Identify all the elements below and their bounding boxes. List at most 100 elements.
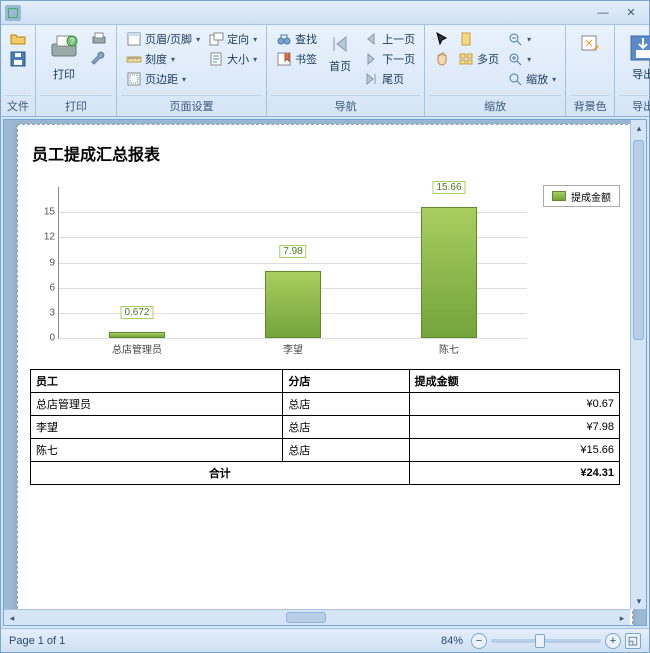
page-size-icon <box>208 51 224 67</box>
cell-emp: 李望 <box>31 416 283 439</box>
document-viewport[interactable]: 员工提成汇总报表 036912150.672总店管理员7.98李望15.66陈七… <box>3 119 647 626</box>
y-tick: 6 <box>37 282 55 293</box>
chevron-down-icon: ▾ <box>182 75 186 84</box>
prev-page-button[interactable]: 上一页 <box>360 29 418 49</box>
chart-bar <box>109 332 165 338</box>
open-button[interactable] <box>7 29 29 49</box>
page-icon <box>458 31 474 47</box>
save-button[interactable] <box>7 49 29 69</box>
orientation-icon <box>208 31 224 47</box>
report-page: 员工提成汇总报表 036912150.672总店管理员7.98李望15.66陈七… <box>17 124 633 626</box>
scale-button[interactable]: 刻度▾ <box>123 49 203 69</box>
app-icon <box>5 5 21 21</box>
ruler-icon <box>126 51 142 67</box>
arrow-left-icon <box>363 31 379 47</box>
data-table: 员工 分店 提成金额 总店管理员总店¥0.67李望总店¥7.98陈七总店¥15.… <box>30 369 620 485</box>
margins-button[interactable]: 页边距▾ <box>123 69 203 89</box>
orientation-button[interactable]: 定向▾ <box>205 29 260 49</box>
bookmarks-button[interactable]: 书签 <box>273 49 320 69</box>
cell-branch: 总店 <box>283 393 409 416</box>
page-indicator: Page 1 of 1 <box>9 635 65 647</box>
app-window: — ✕ 文件 ? 打印 打印 <box>0 0 650 653</box>
vertical-scrollbar[interactable]: ▴ ▾ <box>630 120 646 609</box>
group-page-setup: 页眉/页脚▾ 刻度▾ 页边距▾ 定向▾ 大小▾ 页面设置 <box>117 25 267 116</box>
group-nav: 查找 书签 首页 上一页 下一页 尾页 导航 <box>267 25 425 116</box>
cell-amount: ¥7.98 <box>409 416 619 439</box>
first-page-button[interactable]: 首页 <box>322 29 358 77</box>
table-row: 李望总店¥7.98 <box>31 416 620 439</box>
scroll-right-icon[interactable]: ▸ <box>614 610 630 626</box>
export-button[interactable]: 导出 <box>621 29 650 85</box>
y-tick: 12 <box>37 232 55 243</box>
scroll-up-icon[interactable]: ▴ <box>631 120 647 136</box>
zoom-button[interactable]: 缩放▾ <box>504 69 559 89</box>
group-nav-label: 导航 <box>271 95 420 116</box>
multi-page-icon <box>458 51 474 67</box>
size-button[interactable]: 大小▾ <box>205 49 260 69</box>
cell-emp: 总店管理员 <box>31 393 283 416</box>
group-file: 文件 <box>1 25 36 116</box>
chevron-down-icon: ▾ <box>253 35 257 44</box>
quick-print-button[interactable] <box>88 29 110 49</box>
x-tick: 李望 <box>283 341 303 356</box>
last-page-button[interactable]: 尾页 <box>360 69 418 89</box>
printer-icon: ? <box>48 32 80 64</box>
y-tick: 3 <box>37 307 55 318</box>
print-options-button[interactable] <box>88 49 110 69</box>
cursor-icon <box>434 31 450 47</box>
folder-open-icon <box>10 31 26 47</box>
zoom-fit-button[interactable]: ◱ <box>625 633 641 649</box>
group-print-label: 打印 <box>40 95 112 116</box>
single-page-button[interactable] <box>455 29 502 49</box>
y-tick: 9 <box>37 257 55 268</box>
header-footer-button[interactable]: 页眉/页脚▾ <box>123 29 203 49</box>
cell-emp: 陈七 <box>31 439 283 462</box>
header-footer-icon <box>126 31 142 47</box>
zoom-minus-button[interactable]: − <box>471 633 487 649</box>
horizontal-scrollbar[interactable]: ◂ ▸ <box>4 609 630 625</box>
print-button[interactable]: ? 打印 <box>42 29 86 85</box>
minimize-button[interactable]: — <box>589 4 617 22</box>
scroll-down-icon[interactable]: ▾ <box>631 593 647 609</box>
zoom-out-icon <box>507 31 523 47</box>
zoom-slider-thumb[interactable] <box>535 634 545 648</box>
total-label: 合计 <box>31 462 410 485</box>
close-button[interactable]: ✕ <box>617 4 645 22</box>
zoom-in-button[interactable]: ▾ <box>504 49 559 69</box>
bar-value-label: 15.66 <box>432 181 465 194</box>
chevron-down-icon: ▾ <box>253 55 257 64</box>
chevron-down-icon: ▾ <box>527 35 531 44</box>
group-export: 导出 导出 <box>615 25 650 116</box>
cell-amount: ¥15.66 <box>409 439 619 462</box>
bar-chart: 036912150.672总店管理员7.98李望15.66陈七 <box>30 181 533 361</box>
zoom-plus-button[interactable]: + <box>605 633 621 649</box>
zoom-control: − + ◱ <box>471 633 641 649</box>
zoom-out-button[interactable]: ▾ <box>504 29 559 49</box>
pointer-button[interactable] <box>431 29 453 49</box>
report-title: 员工提成汇总报表 <box>32 141 620 165</box>
zoom-slider[interactable] <box>491 639 601 643</box>
table-row: 陈七总店¥15.66 <box>31 439 620 462</box>
bookmark-icon <box>276 51 292 67</box>
many-pages-button[interactable]: 多页 <box>455 49 502 69</box>
scroll-left-icon[interactable]: ◂ <box>4 610 20 626</box>
chevron-down-icon: ▾ <box>171 55 175 64</box>
group-zoom-label: 缩放 <box>429 95 561 116</box>
chart-legend: 提成金额 <box>543 185 620 207</box>
table-total-row: 合计 ¥24.31 <box>31 462 620 485</box>
find-button[interactable]: 查找 <box>273 29 320 49</box>
next-page-button[interactable]: 下一页 <box>360 49 418 69</box>
bg-color-button[interactable] <box>572 29 608 59</box>
group-print: ? 打印 打印 <box>36 25 117 116</box>
first-page-icon <box>328 32 352 56</box>
group-page-setup-label: 页面设置 <box>121 95 262 116</box>
chart-bar <box>421 207 477 338</box>
chart-container: 036912150.672总店管理员7.98李望15.66陈七 提成金额 <box>30 181 620 361</box>
arrow-right-icon <box>363 51 379 67</box>
scroll-thumb[interactable] <box>286 612 326 623</box>
export-icon <box>627 32 650 64</box>
hand-button[interactable] <box>431 49 453 69</box>
col-amount: 提成金额 <box>409 370 619 393</box>
floppy-disk-icon <box>10 51 26 67</box>
scroll-thumb[interactable] <box>633 140 644 340</box>
